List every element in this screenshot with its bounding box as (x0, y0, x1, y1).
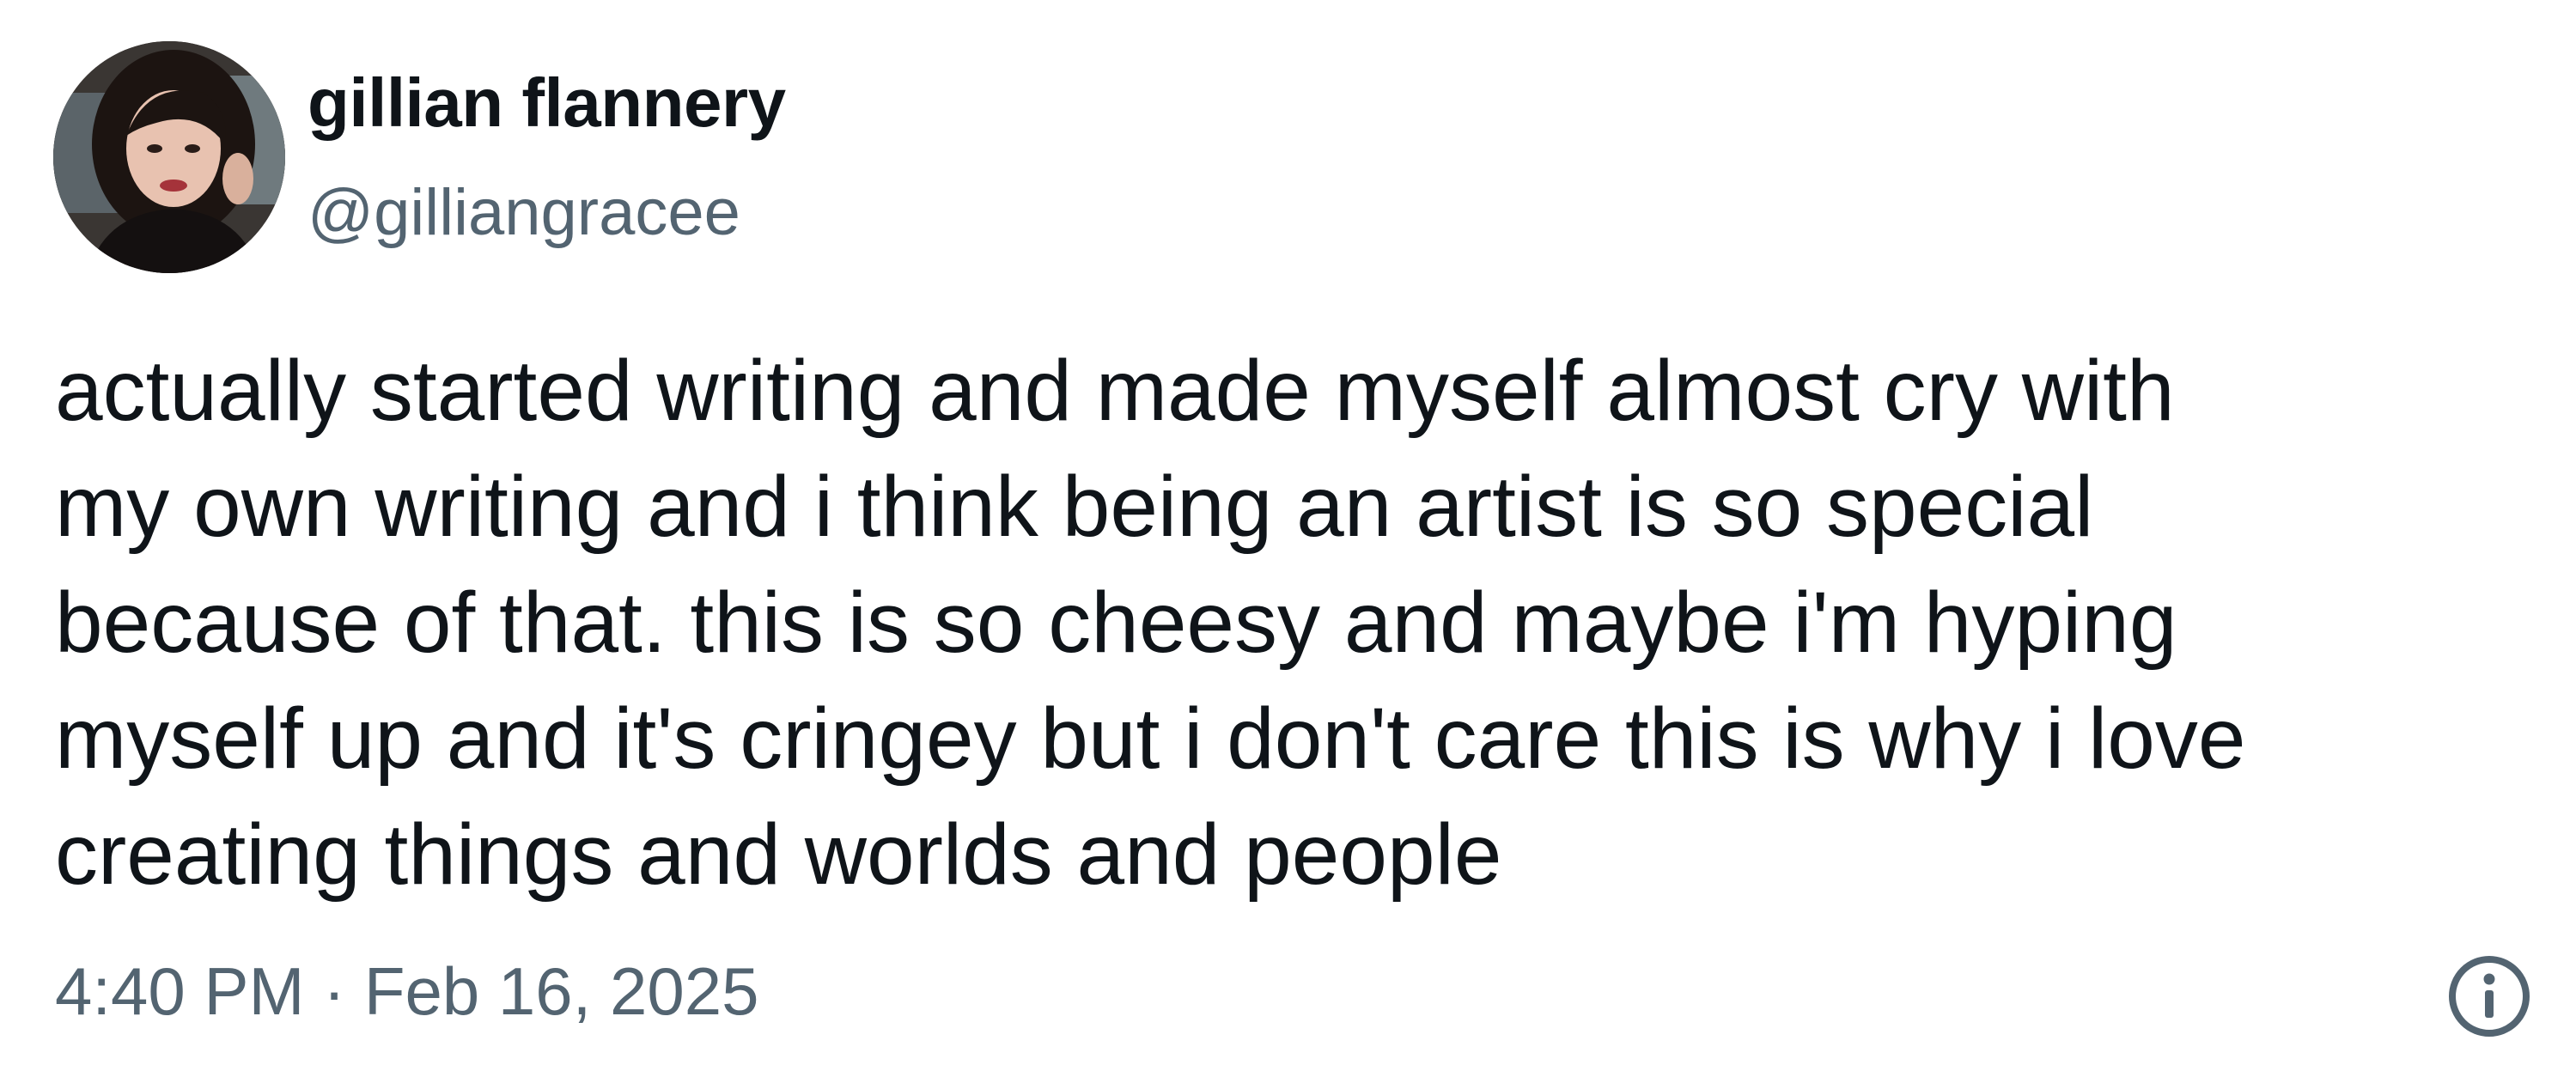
tweet-text-line: actually started writing and made myself… (55, 343, 2175, 439)
author-handle[interactable]: @gilliangracee (308, 170, 740, 256)
tweet-time: 4:40 PM (55, 953, 305, 1029)
tweet-text-line: my own writing and i think being an arti… (55, 459, 2094, 555)
tweet-text-line: myself up and it's cringey but i don't c… (55, 691, 2246, 787)
tweet-timestamp[interactable]: 4:40 PM · Feb 16, 2025 (55, 948, 759, 1034)
meta-separator: · (304, 953, 364, 1029)
tweet-date: Feb 16, 2025 (363, 953, 759, 1029)
tweet-text-line: because of that. this is so cheesy and m… (55, 575, 2177, 671)
profile-photo-icon (53, 41, 285, 273)
author-display-name[interactable]: gillian flannery (308, 60, 786, 146)
tweet-text: actually started writing and made myself… (55, 333, 2529, 913)
avatar[interactable] (53, 41, 285, 273)
tweet-card: gillian flannery @gilliangracee actually… (0, 0, 2576, 1065)
info-circle-icon[interactable] (2446, 953, 2532, 1039)
tweet-text-line: creating things and worlds and people (55, 806, 1502, 903)
